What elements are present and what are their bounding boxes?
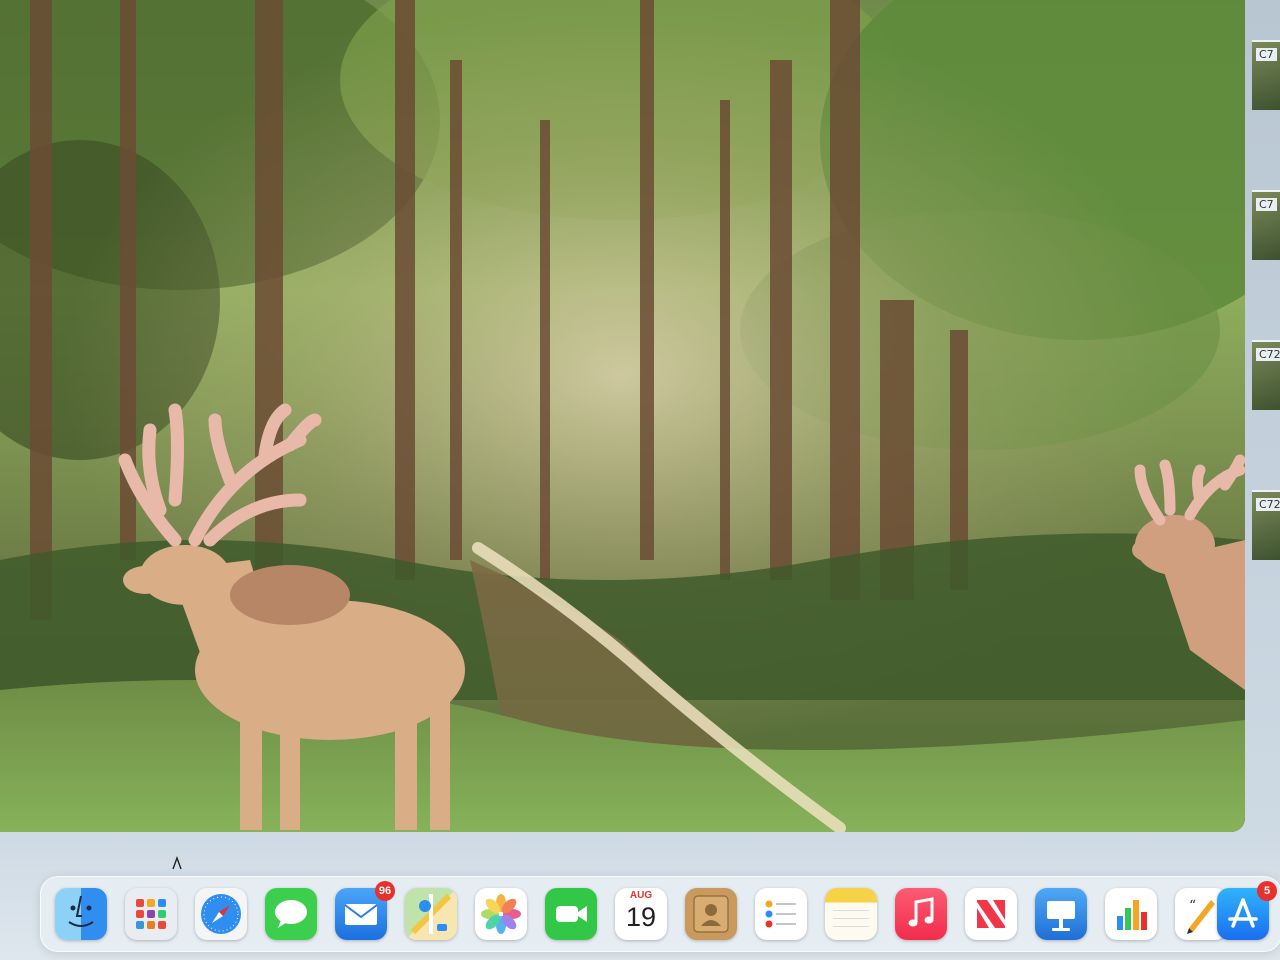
thumbnail-label: C72 <box>1256 498 1280 511</box>
dock-item-contacts[interactable] <box>685 888 737 940</box>
dock-item-maps[interactable] <box>405 888 457 940</box>
dock-item-numbers[interactable] <box>1105 888 1157 940</box>
maps-icon <box>410 893 452 935</box>
dock-item-app-store[interactable]: 5 <box>1217 881 1277 940</box>
messages-icon <box>275 900 307 928</box>
keynote-icon <box>1047 901 1075 931</box>
dock-item-keynote[interactable] <box>1035 888 1087 940</box>
dock-item-launchpad[interactable] <box>125 888 177 940</box>
svg-text:“: “ <box>1189 898 1196 914</box>
dock-item-photos[interactable] <box>475 888 527 940</box>
calendar-month: AUG <box>629 890 653 901</box>
app-store-badge: 5 <box>1257 881 1277 901</box>
numbers-icon <box>1117 900 1147 930</box>
finder-icon <box>68 895 94 927</box>
thumbnail[interactable]: C72 <box>1252 490 1280 560</box>
dock-item-music[interactable] <box>895 888 947 940</box>
news-icon <box>977 900 1005 928</box>
reminders-icon <box>765 900 796 928</box>
photos-icon <box>481 894 521 934</box>
thumbnail[interactable]: C72 <box>1252 340 1280 410</box>
launchpad-icon <box>136 899 166 929</box>
dock-item-notes[interactable] <box>825 888 877 940</box>
notes-icon <box>833 910 869 927</box>
calendar-day: 19 <box>625 902 657 932</box>
dock: 96 AUG 19 “ 5 <box>40 876 1280 952</box>
thumbnail-label: C7 <box>1256 48 1277 61</box>
dock-item-safari[interactable] <box>195 888 247 940</box>
safari-icon <box>201 894 241 934</box>
dock-item-reminders[interactable] <box>755 888 807 940</box>
trail-camera-photo <box>0 0 1245 832</box>
forest-deer-scene <box>0 0 1245 832</box>
dock-item-finder[interactable] <box>55 888 107 940</box>
facetime-icon <box>556 906 587 922</box>
dock-item-news[interactable] <box>965 888 1017 940</box>
dock-item-mail[interactable]: 96 <box>335 881 395 940</box>
thumbnail[interactable]: C7 <box>1252 190 1280 260</box>
thumbnail-label: C72 <box>1256 348 1280 361</box>
dock-item-facetime[interactable] <box>545 888 597 940</box>
thumbnail-strip: C7 C7 C72 C72 <box>1252 0 1280 620</box>
dock-item-messages[interactable] <box>265 888 317 940</box>
contacts-icon <box>693 895 729 933</box>
mail-badge: 96 <box>375 881 395 901</box>
caret-icon <box>172 856 182 870</box>
dock-item-calendar[interactable]: AUG 19 <box>615 888 667 940</box>
music-icon <box>908 897 934 927</box>
thumbnail-label: C7 <box>1256 198 1277 211</box>
thumbnail[interactable]: C7 <box>1252 40 1280 110</box>
